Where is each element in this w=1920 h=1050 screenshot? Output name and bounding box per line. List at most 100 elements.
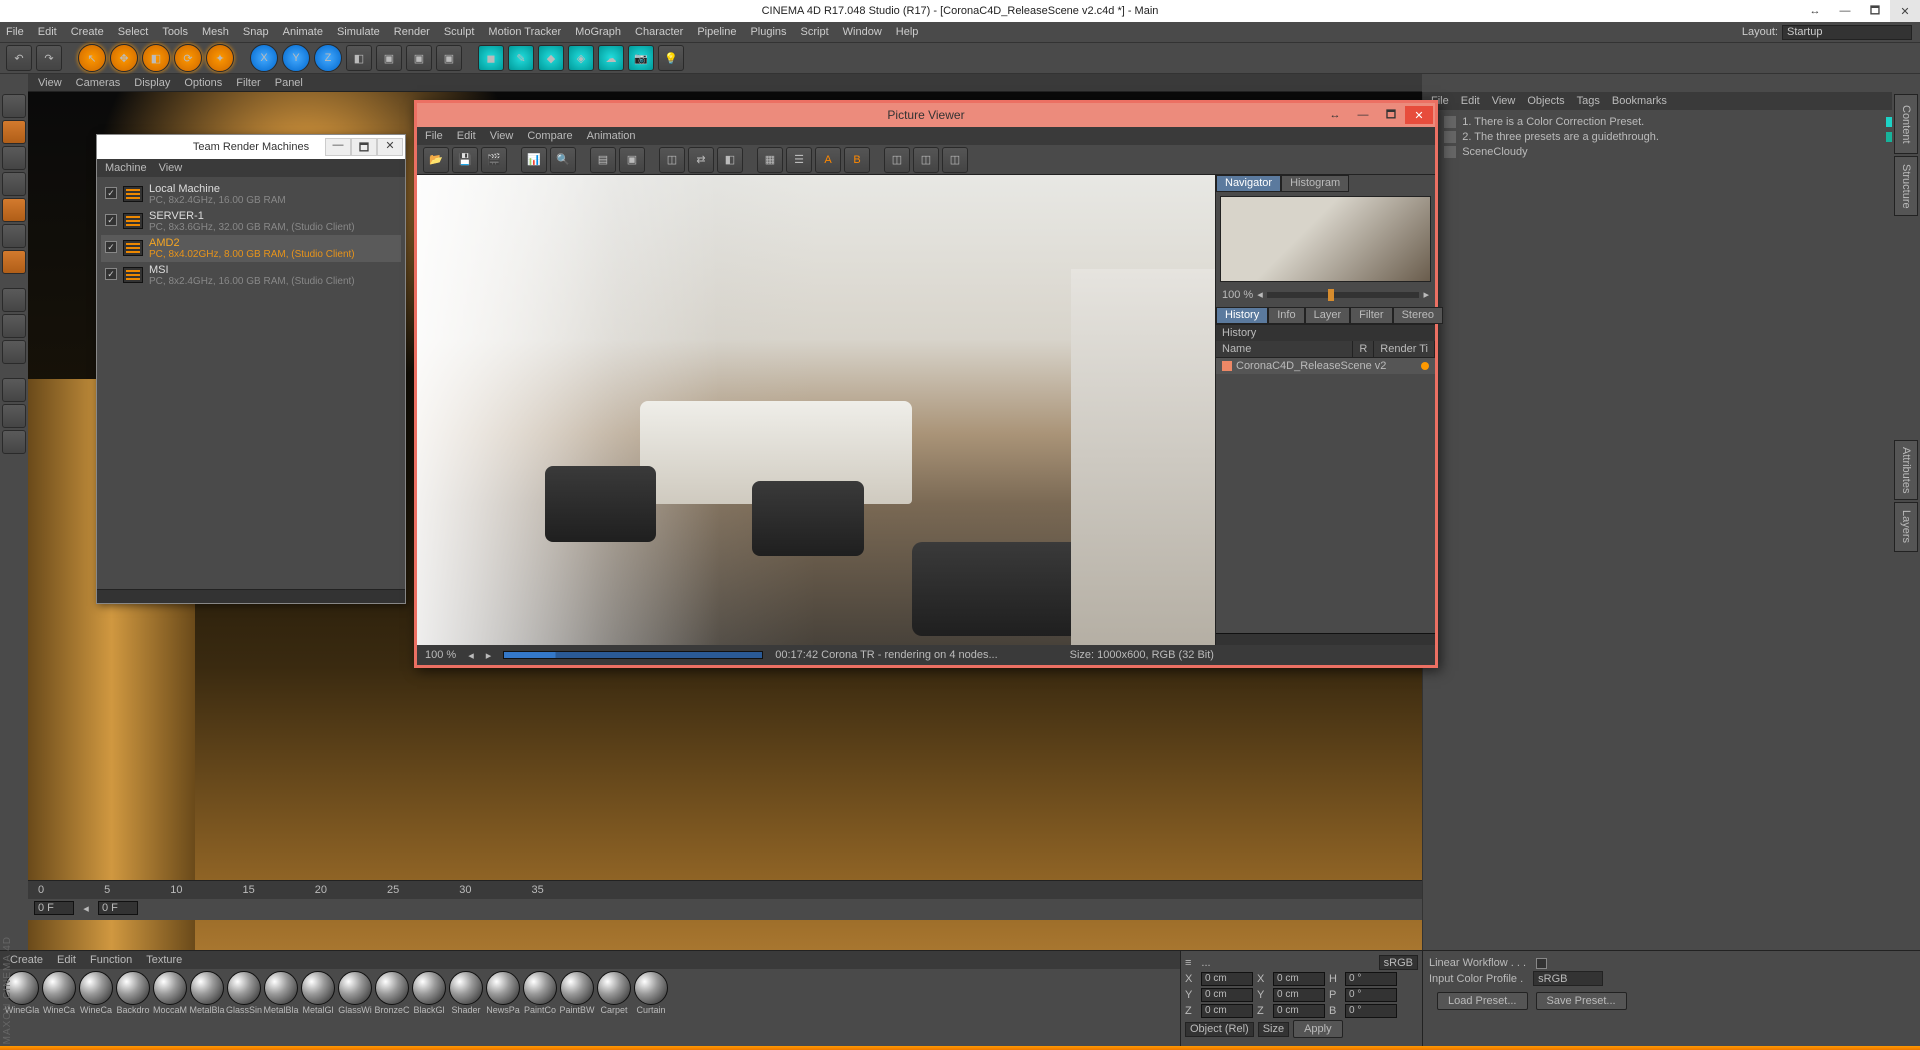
pos-y-field[interactable]: 0 cm bbox=[1201, 988, 1253, 1002]
environment-icon[interactable]: ☁ bbox=[598, 45, 624, 71]
pv-compare-ab-icon[interactable]: ◫ bbox=[659, 147, 685, 173]
pv-min-icon[interactable]: — bbox=[1349, 106, 1377, 124]
axis-z-icon[interactable]: Z bbox=[314, 44, 342, 72]
axis-icon[interactable] bbox=[2, 288, 26, 312]
menu-plugins[interactable]: Plugins bbox=[750, 26, 786, 38]
picture-viewer-window[interactable]: Picture Viewer ↔—🗖✕ File Edit View Compa… bbox=[414, 100, 1438, 668]
rot-p-field[interactable]: 0 ° bbox=[1345, 988, 1397, 1002]
obj-menu-view[interactable]: View bbox=[1492, 95, 1516, 107]
material-item[interactable]: PaintBW bbox=[559, 971, 595, 1045]
obj-menu-edit[interactable]: Edit bbox=[1461, 95, 1480, 107]
menu-animate[interactable]: Animate bbox=[283, 26, 323, 38]
material-item[interactable]: BronzeC bbox=[374, 971, 410, 1045]
pv-tab-navigator[interactable]: Navigator bbox=[1216, 175, 1281, 192]
material-item[interactable]: WineCa bbox=[41, 971, 77, 1045]
pv-stereo2-icon[interactable]: ◫ bbox=[913, 147, 939, 173]
pos-x-field[interactable]: 0 cm bbox=[1201, 972, 1253, 986]
menu-create[interactable]: Create bbox=[71, 26, 104, 38]
load-preset-button[interactable]: Load Preset... bbox=[1437, 992, 1528, 1010]
mat-menu-edit[interactable]: Edit bbox=[57, 954, 76, 966]
tab-structure[interactable]: Structure bbox=[1894, 156, 1918, 216]
menu-simulate[interactable]: Simulate bbox=[337, 26, 380, 38]
machine-checkbox[interactable]: ✓ bbox=[105, 268, 117, 280]
generator-icon[interactable]: ◆ bbox=[538, 45, 564, 71]
mat-menu-texture[interactable]: Texture bbox=[146, 954, 182, 966]
win-min-icon[interactable]: — bbox=[1830, 0, 1860, 22]
material-item[interactable]: Backdro bbox=[115, 971, 151, 1045]
point-mode-icon[interactable] bbox=[2, 224, 26, 248]
pv-navigator-thumb[interactable] bbox=[1220, 196, 1431, 282]
pv-tab-stereo[interactable]: Stereo bbox=[1393, 307, 1443, 324]
pv-iconify-icon[interactable]: ↔ bbox=[1321, 106, 1349, 124]
material-item[interactable]: WineCa bbox=[78, 971, 114, 1045]
size-z-field[interactable]: 0 cm bbox=[1273, 1004, 1325, 1018]
layout-select[interactable] bbox=[1782, 25, 1912, 40]
obj-menu-bookmarks[interactable]: Bookmarks bbox=[1612, 95, 1667, 107]
pv-clapper-icon[interactable]: 🎬 bbox=[481, 147, 507, 173]
pv-max-icon[interactable]: 🗖 bbox=[1377, 106, 1405, 124]
menu-help[interactable]: Help bbox=[896, 26, 919, 38]
menu-tools[interactable]: Tools bbox=[162, 26, 188, 38]
rot-b-field[interactable]: 0 ° bbox=[1345, 1004, 1397, 1018]
coord-system-icon[interactable]: ◧ bbox=[346, 45, 372, 71]
menu-edit[interactable]: Edit bbox=[38, 26, 57, 38]
pv-zoom-icon[interactable]: 🔍 bbox=[550, 147, 576, 173]
magnet-icon[interactable] bbox=[2, 378, 26, 402]
frame-current-field[interactable]: 0 F bbox=[98, 901, 138, 915]
material-item[interactable]: GlassWi bbox=[337, 971, 373, 1045]
snap-s-icon[interactable] bbox=[2, 340, 26, 364]
frame-start-field[interactable]: 0 F bbox=[34, 901, 74, 915]
tab-layers[interactable]: Layers bbox=[1894, 502, 1918, 552]
machine-checkbox[interactable]: ✓ bbox=[105, 241, 117, 253]
tr-min-icon[interactable]: — bbox=[325, 138, 351, 156]
pv-history-row[interactable]: CoronaC4D_ReleaseScene v2 bbox=[1216, 358, 1435, 374]
pv-menu-animation[interactable]: Animation bbox=[587, 130, 636, 142]
size-x-field[interactable]: 0 cm bbox=[1273, 972, 1325, 986]
pv-auto-b-icon[interactable]: B bbox=[844, 147, 870, 173]
rotate-tool-icon[interactable]: ⟳ bbox=[174, 44, 202, 72]
pv-compare-swap-icon[interactable]: ⇄ bbox=[688, 147, 714, 173]
timeline[interactable]: 0 5 10 15 20 25 30 35 0 F ◂ 0 F bbox=[28, 880, 1422, 920]
win-max-icon[interactable]: 🗖 bbox=[1860, 0, 1890, 22]
last-tool-icon[interactable]: ✦ bbox=[206, 44, 234, 72]
model-mode-icon[interactable] bbox=[2, 120, 26, 144]
render-view-icon[interactable]: ▣ bbox=[376, 45, 402, 71]
vp-menu-filter[interactable]: Filter bbox=[236, 77, 260, 89]
workplane-icon[interactable] bbox=[2, 172, 26, 196]
material-item[interactable]: GlassSin bbox=[226, 971, 262, 1045]
pv-fullscreen-icon[interactable]: ▣ bbox=[619, 147, 645, 173]
move-tool-icon[interactable]: ✥ bbox=[110, 44, 138, 72]
pv-col-time[interactable]: Render Ti bbox=[1374, 341, 1435, 357]
locked-icon[interactable] bbox=[2, 404, 26, 428]
linear-workflow-checkbox[interactable] bbox=[1536, 958, 1547, 969]
pos-z-field[interactable]: 0 cm bbox=[1201, 1004, 1253, 1018]
viewport-solo-icon[interactable] bbox=[2, 314, 26, 338]
pv-status-play-icon[interactable]: ▸ bbox=[486, 649, 492, 662]
save-preset-button[interactable]: Save Preset... bbox=[1536, 992, 1627, 1010]
machine-row[interactable]: ✓SERVER-1PC, 8x3.6GHz, 32.00 GB RAM, (St… bbox=[101, 208, 401, 235]
scale-tool-icon[interactable]: ◧ bbox=[142, 44, 170, 72]
menu-motiontracker[interactable]: Motion Tracker bbox=[488, 26, 561, 38]
menu-character[interactable]: Character bbox=[635, 26, 683, 38]
tab-attributes[interactable]: Attributes bbox=[1894, 440, 1918, 500]
pv-menu-edit[interactable]: Edit bbox=[457, 130, 476, 142]
pv-col-r[interactable]: R bbox=[1353, 341, 1374, 357]
select-tool-icon[interactable]: ↖ bbox=[78, 44, 106, 72]
pv-tab-histogram[interactable]: Histogram bbox=[1281, 175, 1349, 192]
win-close-icon[interactable]: ✕ bbox=[1890, 0, 1920, 22]
axis-x-icon[interactable]: X bbox=[250, 44, 278, 72]
vp-menu-view[interactable]: View bbox=[38, 77, 62, 89]
pv-tab-info[interactable]: Info bbox=[1268, 307, 1304, 324]
menu-mesh[interactable]: Mesh bbox=[202, 26, 229, 38]
tr-menu-view[interactable]: View bbox=[159, 162, 183, 174]
pv-auto-a-icon[interactable]: A bbox=[815, 147, 841, 173]
object-row[interactable]: ⊞2. The three presets are a guidethrough… bbox=[1429, 129, 1914, 144]
camera-icon[interactable]: 📷 bbox=[628, 45, 654, 71]
tab-content-browser[interactable]: Content bbox=[1894, 94, 1918, 154]
menu-file[interactable]: File bbox=[6, 26, 24, 38]
menu-window[interactable]: Window bbox=[843, 26, 882, 38]
material-item[interactable]: Carpet bbox=[596, 971, 632, 1045]
pv-menu-view[interactable]: View bbox=[490, 130, 514, 142]
material-item[interactable]: MetalGl bbox=[300, 971, 336, 1045]
pv-filter-icon[interactable]: ▦ bbox=[757, 147, 783, 173]
